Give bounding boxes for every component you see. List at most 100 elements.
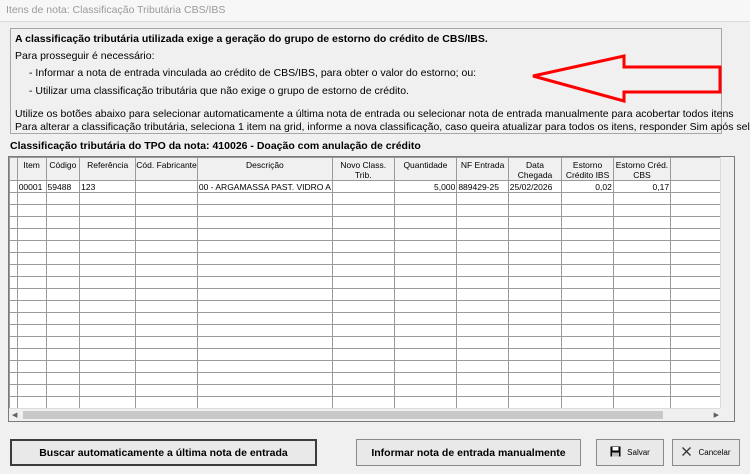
empty-cell (45, 264, 81, 277)
cell-estorno-cbs[interactable]: 0,17 (612, 180, 672, 193)
cell-estorno-ibs[interactable]: 0,02 (561, 180, 614, 193)
col-header-estorno-ibs[interactable]: Estorno Crédito IBS (561, 157, 614, 181)
empty-cell (196, 216, 333, 229)
cell-data-chegada[interactable]: 25/02/2026 (507, 180, 563, 193)
empty-cell (612, 336, 672, 349)
empty-cell (393, 240, 458, 253)
empty-cell (79, 384, 137, 397)
empty-table-row[interactable] (9, 264, 722, 277)
empty-cell (9, 348, 18, 361)
empty-cell (393, 324, 458, 337)
empty-cell (561, 384, 614, 397)
empty-cell (79, 192, 137, 205)
empty-cell (456, 252, 509, 265)
empty-cell (561, 264, 614, 277)
empty-cell (79, 348, 137, 361)
empty-cell (670, 348, 722, 361)
empty-cell (561, 252, 614, 265)
info-hint-1: Utilize os botões abaixo para selecionar… (15, 108, 734, 120)
empty-table-row[interactable] (9, 384, 722, 397)
cell-referencia[interactable]: 123 (79, 180, 137, 193)
info-hint-2: Para alterar a classificação tributária,… (15, 121, 750, 133)
empty-cell (45, 372, 81, 385)
empty-table-row[interactable] (9, 204, 722, 217)
empty-table-row[interactable] (9, 396, 722, 409)
empty-cell (561, 360, 614, 373)
table-row[interactable]: 00001 59488 123 00 - ARGAMASSA PAST. VID… (9, 180, 722, 193)
empty-cell (9, 204, 18, 217)
empty-table-row[interactable] (9, 372, 722, 385)
empty-table-row[interactable] (9, 324, 722, 337)
empty-cell (456, 312, 509, 325)
empty-cell (612, 384, 672, 397)
floppy-disk-icon (610, 446, 621, 459)
empty-cell (561, 204, 614, 217)
scroll-corner (720, 408, 734, 421)
empty-cell (456, 384, 509, 397)
empty-cell (45, 348, 81, 361)
empty-cell (507, 312, 563, 325)
col-header-quantidade[interactable]: Quantidade (393, 157, 458, 181)
empty-cell (393, 372, 458, 385)
empty-cell (393, 204, 458, 217)
empty-cell (196, 228, 333, 241)
empty-cell (9, 252, 18, 265)
empty-cell (456, 396, 509, 409)
empty-cell (612, 192, 672, 205)
col-header-novo-class-trib[interactable]: Novo Class. Trib. (331, 157, 395, 181)
empty-table-row[interactable] (9, 336, 722, 349)
items-grid[interactable]: Item Código Referência Cód. Fabricante D… (8, 156, 735, 422)
cell-descricao[interactable]: 00 - ARGAMASSA PAST. VIDRO A (196, 180, 333, 193)
empty-table-row[interactable] (9, 276, 722, 289)
cell-nf-entrada[interactable]: 889429-25 (456, 180, 509, 193)
empty-cell (612, 360, 672, 373)
empty-cell (16, 228, 47, 241)
col-header-item[interactable]: Item (16, 157, 47, 181)
manual-entry-button[interactable]: Informar nota de entrada manualmente (356, 439, 581, 466)
vertical-scrollbar[interactable] (720, 157, 734, 409)
col-header-estorno-cbs[interactable]: Estorno Créd. CBS (612, 157, 672, 181)
empty-cell (393, 396, 458, 409)
empty-table-row[interactable] (9, 252, 722, 265)
cell-codigo[interactable]: 59488 (45, 180, 81, 193)
empty-table-row[interactable] (9, 300, 722, 313)
empty-table-row[interactable] (9, 348, 722, 361)
col-header-referencia[interactable]: Referência (79, 157, 137, 181)
auto-fetch-button[interactable]: Buscar automaticamente a última nota de … (10, 439, 317, 466)
empty-table-row[interactable] (9, 240, 722, 253)
empty-cell (331, 324, 395, 337)
empty-table-row[interactable] (9, 360, 722, 373)
empty-cell (331, 252, 395, 265)
empty-cell (196, 240, 333, 253)
horizontal-scrollbar[interactable]: ◀ ▶ (9, 408, 722, 421)
empty-table-row[interactable] (9, 312, 722, 325)
empty-table-row[interactable] (9, 216, 722, 229)
empty-table-row[interactable] (9, 288, 722, 301)
empty-table-row[interactable] (9, 228, 722, 241)
cell-cod-fabricante[interactable] (135, 180, 198, 193)
col-header-codigo[interactable]: Código (45, 157, 81, 181)
cell-quantidade[interactable]: 5,000 (393, 180, 458, 193)
empty-cell (331, 276, 395, 289)
empty-cell (196, 192, 333, 205)
cell-item[interactable]: 00001 (16, 180, 47, 193)
empty-table-row[interactable] (9, 192, 722, 205)
horizontal-scroll-thumb[interactable] (23, 411, 663, 419)
cancel-button[interactable]: Cancelar (672, 439, 740, 466)
empty-cell (561, 336, 614, 349)
cell-novo-class-trib[interactable] (331, 180, 395, 193)
grid-header-row: Item Código Referência Cód. Fabricante D… (9, 157, 722, 181)
save-button[interactable]: Salvar (596, 439, 664, 466)
info-option-1: - Informar a nota de entrada vinculada a… (29, 67, 477, 79)
empty-cell (196, 384, 333, 397)
empty-cell (393, 348, 458, 361)
row-indicator[interactable] (9, 180, 18, 193)
empty-cell (79, 216, 137, 229)
col-header-cod-fabricante[interactable]: Cód. Fabricante (135, 157, 198, 181)
col-header-nf-entrada[interactable]: NF Entrada (456, 157, 509, 181)
empty-cell (561, 324, 614, 337)
col-header-data-chegada[interactable]: Data Chegada (507, 157, 563, 181)
scroll-right-icon[interactable]: ▶ (714, 411, 719, 419)
scroll-left-icon[interactable]: ◀ (12, 411, 17, 419)
col-header-descricao[interactable]: Descrição (196, 157, 333, 181)
